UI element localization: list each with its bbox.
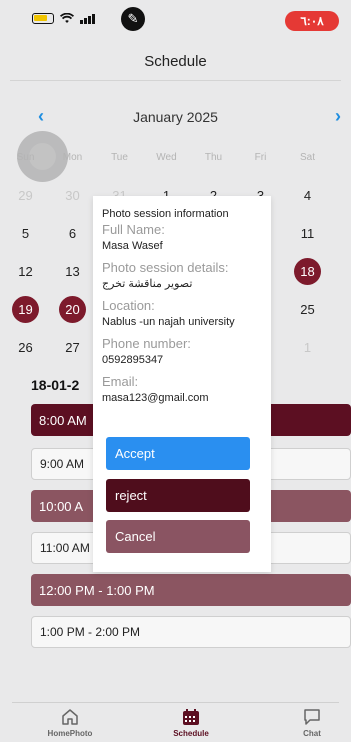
full-name-label: Full Name: xyxy=(102,222,165,237)
email-label: Email: xyxy=(102,374,139,389)
app-header: Schedule xyxy=(0,40,351,82)
calendar-day[interactable]: 11 xyxy=(284,226,331,241)
selected-day-badge: 18 xyxy=(294,257,321,285)
schedule-date-label: 18-01-2 xyxy=(31,377,80,393)
full-name-value: Masa Wasef xyxy=(102,240,163,252)
calendar-day[interactable]: 5 xyxy=(2,226,49,241)
status-time: ٦:٠٨ xyxy=(285,11,339,31)
weekday-row: Sun Mon Tue Wed Thu Fri Sat xyxy=(0,138,351,176)
time-slot[interactable]: 12:00 PM - 1:00 PM xyxy=(31,574,351,606)
calendar-month-label: January 2025 xyxy=(133,109,218,125)
calendar-day[interactable]: 12 xyxy=(2,264,49,279)
calendar-day[interactable]: 29 xyxy=(2,188,49,203)
screen: ✎ ٦:٠٨ Schedule ‹ January 2025 › Sun Mon… xyxy=(0,0,351,742)
page-title: Schedule xyxy=(144,52,207,70)
edit-pen-icon[interactable]: ✎ xyxy=(121,7,145,31)
nav-item-home[interactable]: HomePhoto xyxy=(30,707,110,738)
calendar-day[interactable]: 13 xyxy=(49,264,96,279)
accept-button[interactable]: Accept xyxy=(106,437,250,470)
session-info-popup: Photo session information Full Name: Mas… xyxy=(93,196,271,572)
calendar-day-selected[interactable]: 20 xyxy=(49,295,96,323)
selected-day-badge: 19 xyxy=(12,295,39,323)
phone-value: 0592895347 xyxy=(102,354,164,366)
email-value: masa123@gmail.com xyxy=(102,392,209,404)
status-icons xyxy=(32,13,95,24)
selected-day-badge: 20 xyxy=(59,295,86,323)
location-value: Nablus -un najah university xyxy=(102,316,235,328)
calendar-day-selected[interactable]: 19 xyxy=(2,295,49,323)
phone-label: Phone number: xyxy=(102,336,191,351)
location-label: Location: xyxy=(102,298,155,313)
weekday-label: Wed xyxy=(156,151,177,163)
popup-title: Photo session information xyxy=(102,208,229,220)
signal-icon xyxy=(80,13,95,24)
session-details-label: Photo session details: xyxy=(102,260,229,275)
calendar-day[interactable]: 30 xyxy=(49,188,96,203)
nav-label-schedule: Schedule xyxy=(173,729,209,738)
nav-label-chat: Chat xyxy=(303,729,321,738)
header-divider xyxy=(10,80,341,81)
chat-icon xyxy=(304,709,320,725)
wifi-icon xyxy=(60,13,74,23)
next-month-chevron-icon[interactable]: › xyxy=(335,106,341,127)
bottom-nav: HomePhoto Schedule Chat xyxy=(0,703,351,742)
weekday-label: Mon xyxy=(62,151,83,163)
calendar-day[interactable]: 4 xyxy=(284,188,331,203)
calendar-day[interactable]: 25 xyxy=(284,302,331,317)
nav-item-chat[interactable]: Chat xyxy=(272,707,351,738)
calendar-icon xyxy=(183,709,199,725)
weekday-label: Sat xyxy=(299,151,315,163)
home-icon xyxy=(62,709,78,725)
session-details-value: تصوير مناقشة تخرج xyxy=(102,278,193,290)
status-bar: ✎ ٦:٠٨ xyxy=(0,0,351,40)
calendar-day[interactable]: 26 xyxy=(2,340,49,355)
calendar-day[interactable]: 6 xyxy=(49,226,96,241)
weekday-label: Thu xyxy=(204,151,223,163)
time-slot[interactable]: 1:00 PM - 2:00 PM xyxy=(31,616,351,648)
calendar-header: ‹ January 2025 › xyxy=(0,106,351,128)
calendar-day[interactable]: 1 xyxy=(284,340,331,355)
cancel-button[interactable]: Cancel xyxy=(106,520,250,553)
weekday-label: Tue xyxy=(111,151,128,163)
weekday-label: Fri xyxy=(254,151,267,163)
battery-icon xyxy=(32,13,54,24)
nav-item-schedule[interactable]: Schedule xyxy=(151,707,231,738)
calendar-day[interactable]: 27 xyxy=(49,340,96,355)
weekday-label: Sun xyxy=(16,151,35,163)
calendar-day-selected[interactable]: 18 xyxy=(284,257,331,285)
reject-button[interactable]: reject xyxy=(106,479,250,512)
nav-label-home: HomePhoto xyxy=(47,729,93,738)
